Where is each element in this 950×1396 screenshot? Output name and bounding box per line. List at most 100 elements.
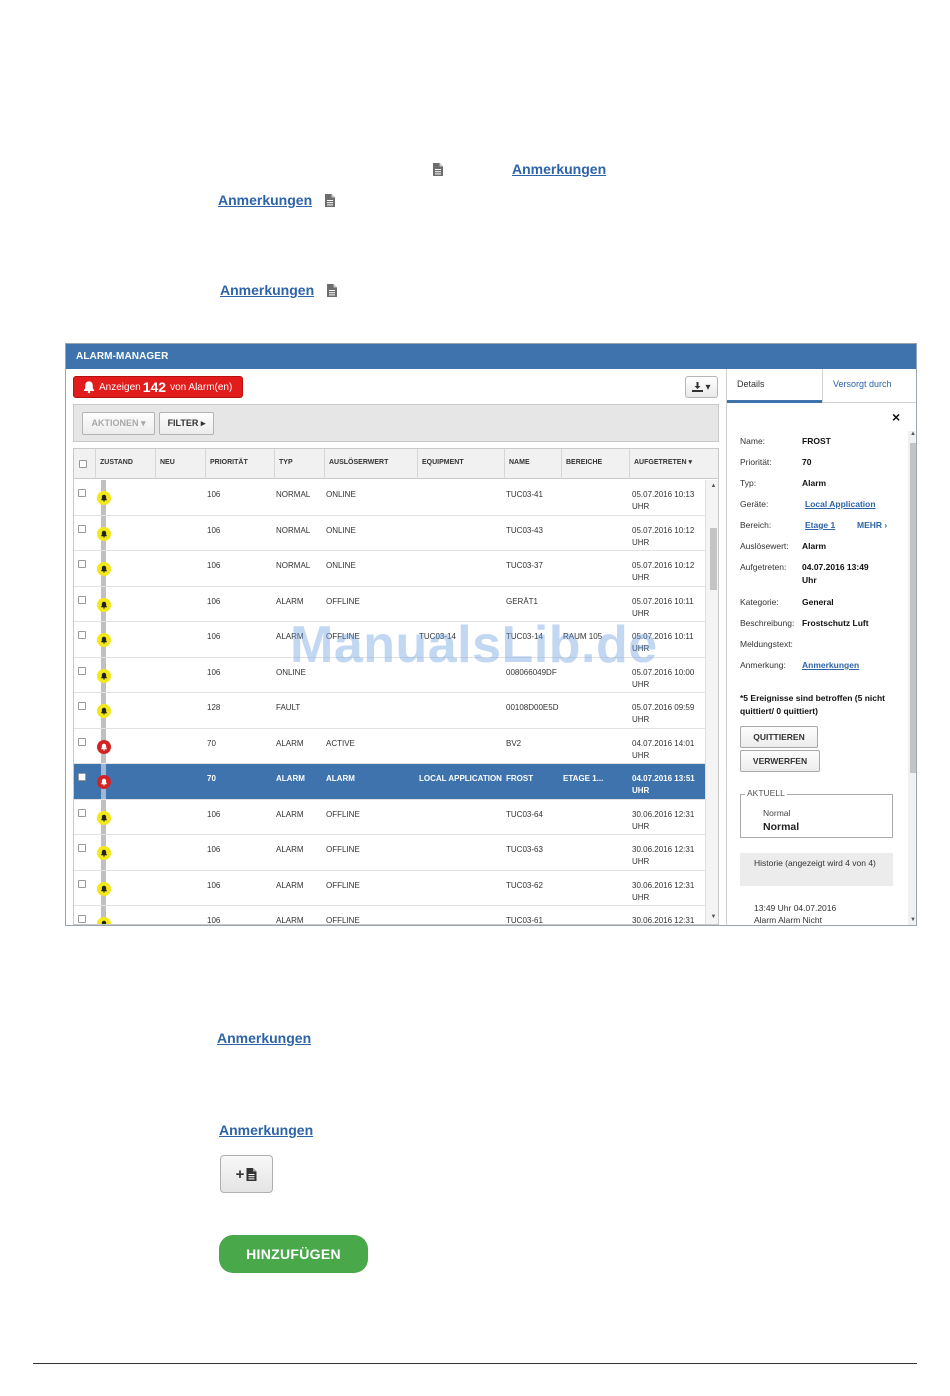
bell-icon: [97, 775, 111, 789]
row-checkbox[interactable]: [78, 773, 86, 781]
tab-versorgt-durch[interactable]: Versorgt durch: [822, 369, 916, 403]
row-checkbox[interactable]: [78, 560, 86, 568]
grid-header: ZUSTAND NEU PRIORITÄT TYP AUSLÖSERWERT E…: [74, 449, 718, 479]
scroll-down-icon[interactable]: ▼: [908, 917, 916, 923]
table-row[interactable]: 106 ALARM OFFLINE TUC03-64 30.06.2016 12:31 U…: [74, 799, 705, 835]
historie-entry-time: 13:49 Uhr 04.07.2016: [754, 903, 837, 913]
cell-prio: 106: [207, 667, 221, 677]
row-checkbox[interactable]: [78, 879, 86, 888]
table-row[interactable]: 106 NORMAL ONLINE TUC03-43 05.07.2016 10:12 U…: [74, 515, 705, 551]
bell-icon: [97, 668, 111, 683]
historie-entry: 13:49 Uhr 04.07.2016 Alarm Alarm Nicht: [754, 902, 837, 925]
row-checkbox[interactable]: [78, 595, 86, 604]
cell-typ: ALARM: [276, 809, 304, 819]
cell-aufgetreten: 30.06.2016 12:31UHR: [632, 880, 694, 904]
col-equipment[interactable]: EQUIPMENT: [417, 449, 504, 479]
row-checkbox[interactable]: [78, 666, 86, 675]
row-checkbox[interactable]: [78, 631, 86, 639]
row-checkbox[interactable]: [78, 915, 86, 923]
anmerkungen-link-2[interactable]: Anmerkungen: [218, 192, 312, 208]
verwerfen-button[interactable]: VERWERFEN: [740, 750, 820, 772]
add-note-button[interactable]: +: [220, 1155, 273, 1193]
hinzufuegen-button[interactable]: HINZUFÜGEN: [219, 1235, 368, 1273]
col-bereiche[interactable]: BEREICHE: [561, 449, 629, 479]
row-checkbox[interactable]: [78, 844, 86, 852]
alarm-count-badge[interactable]: Anzeigen 142 von Alarm(en): [73, 376, 243, 398]
cell-aufgetreten-uhr: UHR: [632, 892, 650, 902]
cell-aufgetreten: 30.06.2016 12:31UHR: [632, 915, 694, 924]
table-row[interactable]: 70 ALARM ALARM LOCAL APPLICATION FROST ETAGE …: [74, 764, 705, 800]
close-icon[interactable]: ×: [892, 409, 900, 425]
bell-icon: [97, 810, 111, 825]
sort-down-icon: ▾: [688, 459, 692, 466]
col-prioritaet[interactable]: PRIORITÄT: [205, 449, 274, 479]
scrollbar-thumb[interactable]: [910, 443, 916, 773]
col-neu[interactable]: NEU: [155, 449, 205, 479]
cell-prio: 70: [207, 774, 216, 783]
document-icon: [433, 163, 443, 176]
col-zustand[interactable]: ZUSTAND: [95, 449, 155, 479]
row-checkbox[interactable]: [78, 808, 86, 817]
col-aufgetreten-label: AUFGETRETEN: [634, 459, 687, 466]
historie-entry-text: Alarm Alarm Nicht: [754, 915, 823, 925]
details-scrollbar[interactable]: ▲ ▼: [908, 431, 916, 925]
aktionen-button[interactable]: AKTIONEN ▾: [82, 412, 155, 435]
cell-aufgetreten-date: 05.07.2016 09:59: [632, 703, 695, 712]
table-row[interactable]: 106 ALARM OFFLINE TUC03-62 30.06.2016 12:31 U…: [74, 870, 705, 906]
bell-icon: [97, 633, 111, 647]
name-value: FROST: [802, 436, 831, 446]
export-button[interactable]: ▾: [685, 376, 718, 398]
row-checkbox[interactable]: [78, 737, 86, 746]
cell-typ: NORMAL: [276, 490, 311, 499]
cell-name: GERÄT1: [506, 596, 539, 606]
tab-details[interactable]: Details: [727, 369, 822, 403]
cell-ausl: OFFLINE: [326, 596, 360, 606]
cell-ausl: ONLINE: [326, 561, 356, 570]
select-all-checkbox[interactable]: [79, 460, 87, 468]
table-row[interactable]: 106 ALARM OFFLINE TUC03-63 30.06.2016 12:31 U…: [74, 835, 705, 871]
scroll-up-icon[interactable]: ▲: [908, 431, 916, 437]
anmerkungen-link-3[interactable]: Anmerkungen: [220, 282, 314, 298]
col-typ[interactable]: TYP: [274, 449, 324, 479]
cell-ausl: OFFLINE: [326, 845, 360, 854]
row-checkbox[interactable]: [78, 702, 86, 710]
scroll-down-icon[interactable]: ▼: [706, 914, 718, 920]
cell-typ: ALARM: [276, 774, 305, 783]
table-row[interactable]: 106 ALARM OFFLINE TUC03-61 30.06.2016 12:31U…: [74, 906, 705, 925]
quittieren-button[interactable]: QUITTIEREN: [740, 726, 818, 748]
cell-aufgetreten-uhr: UHR: [632, 750, 650, 760]
anmerkungen-link-1[interactable]: Anmerkungen: [512, 161, 606, 177]
filter-button[interactable]: FILTER ▸: [159, 412, 214, 435]
document-icon: [327, 284, 337, 297]
col-name[interactable]: NAME: [504, 449, 561, 479]
anmerkung-label: Anmerkung:: [740, 660, 786, 670]
anmerkungen-link-5[interactable]: Anmerkungen: [219, 1122, 313, 1138]
table-row[interactable]: 106 NORMAL ONLINE TUC03-37 05.07.2016 10:12 U…: [74, 551, 705, 587]
cell-prio: 106: [207, 916, 221, 925]
row-checkbox[interactable]: [78, 524, 86, 533]
scrollbar-thumb[interactable]: [710, 528, 717, 590]
cell-aufgetreten-uhr: UHR: [632, 821, 650, 831]
plus-icon: +: [235, 1165, 245, 1183]
anmerkungen-link-4[interactable]: Anmerkungen: [217, 1030, 311, 1046]
historie-header[interactable]: Historie (angezeigt wird 4 von 4): [740, 853, 893, 886]
col-aufgetreten[interactable]: AUFGETRETEN ▾: [629, 449, 718, 479]
scroll-up-icon[interactable]: ▲: [706, 483, 718, 489]
row-checkbox[interactable]: [78, 489, 86, 497]
grid-scrollbar[interactable]: ▲ ▼: [705, 480, 718, 924]
table-row[interactable]: 70 ALARM ACTIVE BV2 04.07.2016 14:01 UHR: [74, 728, 705, 764]
bell-icon: [97, 491, 111, 505]
geraete-link[interactable]: Local Application: [805, 499, 876, 509]
cell-aufgetreten-date: 04.07.2016 13:51: [632, 774, 695, 783]
anmerkung-link[interactable]: Anmerkungen: [802, 660, 859, 670]
cell-prio: 106: [207, 525, 221, 535]
cell-typ: FAULT: [276, 703, 301, 712]
table-row[interactable]: 106 NORMAL ONLINE TUC03-41 05.07.2016 10:13 U…: [74, 480, 705, 516]
cell-name: 00108D00E5D: [506, 703, 559, 712]
bereich-link[interactable]: Etage 1: [805, 520, 835, 530]
geraete-label: Geräte:: [740, 499, 769, 509]
mehr-link[interactable]: MEHR ›: [857, 520, 887, 530]
col-ausloeserwert[interactable]: AUSLÖSERWERT: [324, 449, 417, 479]
cell-prio: 106: [207, 632, 221, 641]
table-row[interactable]: 128 FAULT 00108D00E5D 05.07.2016 09:59 UHR: [74, 693, 705, 729]
